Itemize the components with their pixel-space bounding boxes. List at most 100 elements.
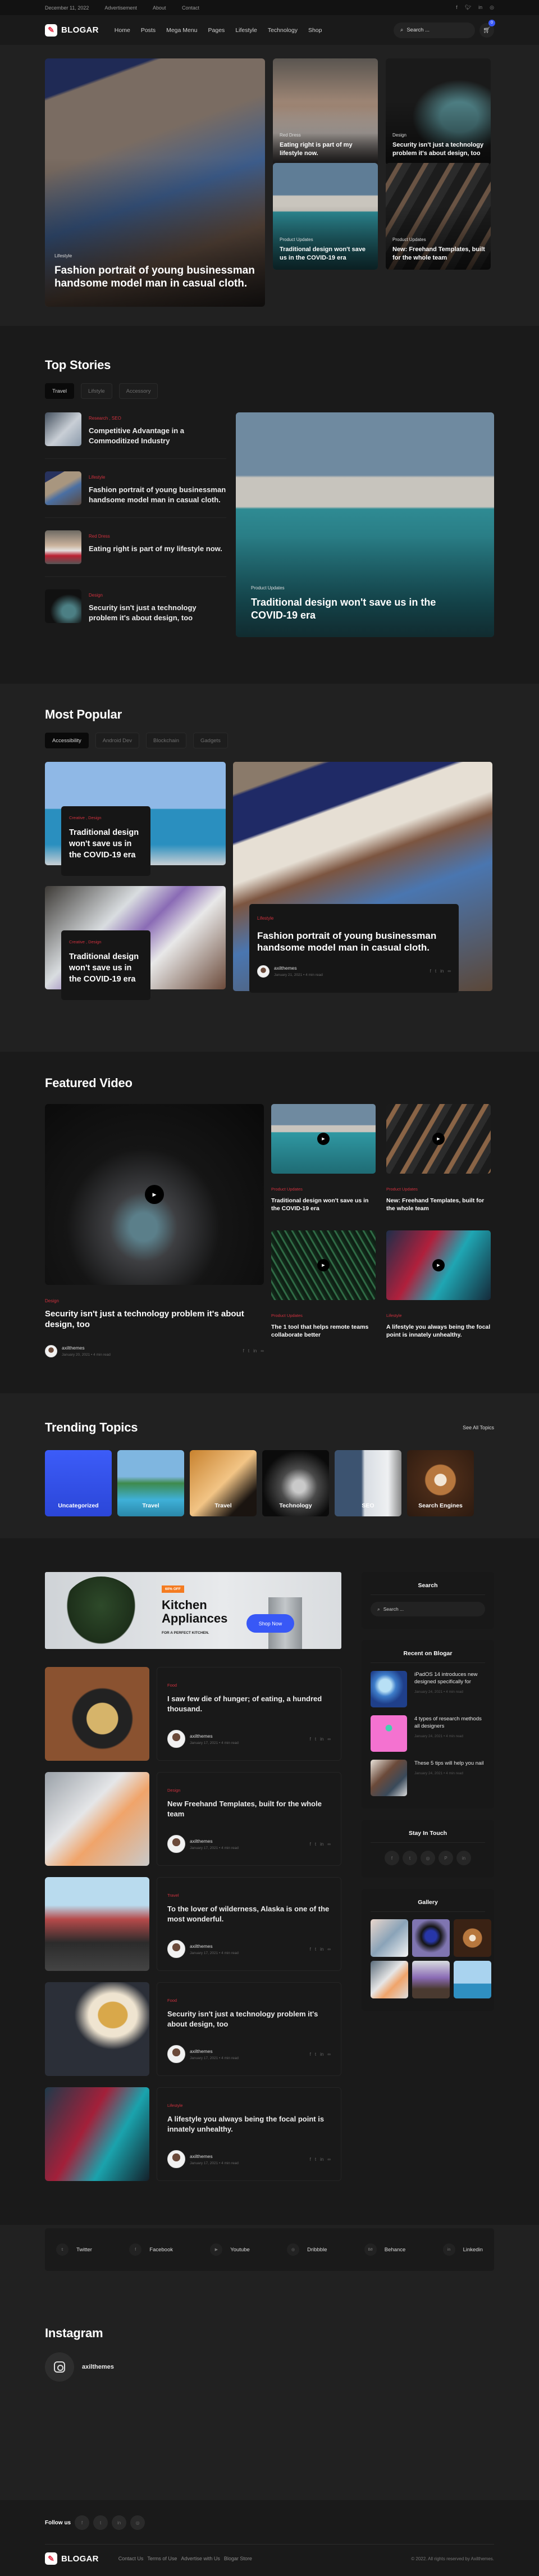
facebook-icon[interactable]: f <box>310 1947 311 1952</box>
popular-card[interactable]: Creative , Design Traditional design won… <box>45 886 226 1000</box>
post-category[interactable]: Lifestyle <box>386 1313 491 1318</box>
hero-card-category[interactable]: Design <box>392 133 485 138</box>
linkedin-icon[interactable]: in <box>320 2052 323 2057</box>
post-category[interactable]: Creative , Design <box>69 939 143 944</box>
author-name[interactable]: axilthemes <box>190 1733 239 1739</box>
post-thumbnail[interactable] <box>45 530 81 564</box>
play-icon[interactable]: ▶ <box>317 1259 330 1272</box>
footer-link-advertise[interactable]: Advertise with Us <box>181 2556 220 2561</box>
tab-gadgets[interactable]: Gadgets <box>193 733 228 748</box>
link-icon[interactable]: ∞ <box>327 2052 331 2057</box>
post-image[interactable] <box>45 1772 149 1866</box>
hero-card-title[interactable]: Eating right is part of my lifestyle now… <box>280 141 372 157</box>
instagram-icon[interactable]: ◎ <box>421 1851 435 1865</box>
video-thumbnail[interactable]: ▶ <box>45 1104 264 1285</box>
post-title[interactable]: Fashion portrait of young businessman ha… <box>89 485 226 505</box>
post-title[interactable]: Eating right is part of my lifestyle now… <box>89 544 222 554</box>
recent-title[interactable]: 4 types of research methods all designer… <box>414 1715 485 1730</box>
play-icon[interactable]: ▶ <box>317 1133 330 1145</box>
topic-card-search-engines[interactable]: Search Engines <box>407 1450 474 1516</box>
twitter-icon[interactable]: t <box>315 1737 316 1742</box>
recent-post[interactable]: 4 types of research methods all designer… <box>371 1715 485 1752</box>
footer-link-terms[interactable]: Terms of Use <box>147 2556 177 2561</box>
facebook-icon[interactable]: f <box>243 1348 244 1353</box>
social-facebook[interactable]: f Facebook <box>129 2243 173 2256</box>
twitter-icon[interactable]: t <box>248 1348 249 1353</box>
topbar-link-about[interactable]: About <box>153 5 166 11</box>
list-item[interactable]: Design Security isn't just a technology … <box>45 589 226 635</box>
top-stories-feature-card[interactable]: Product Updates Traditional design won't… <box>236 412 494 637</box>
facebook-icon[interactable]: f <box>430 969 431 974</box>
social-behance[interactable]: Bē Behance <box>364 2243 405 2256</box>
facebook-icon[interactable]: f <box>385 1851 399 1865</box>
post-title[interactable]: A lifestyle you always being the focal p… <box>167 2114 331 2134</box>
nav-home[interactable]: Home <box>115 27 130 34</box>
post-category[interactable]: Design <box>45 1298 264 1303</box>
author-name[interactable]: axilthemes <box>274 965 323 971</box>
twitter-icon[interactable]: t <box>315 1842 316 1847</box>
hero-main-title[interactable]: Fashion portrait of young businessman ha… <box>54 264 259 290</box>
post-category[interactable]: Design <box>89 593 226 598</box>
link-icon[interactable]: ∞ <box>447 969 451 974</box>
recent-thumbnail[interactable] <box>371 1671 407 1707</box>
footer-link-contact[interactable]: Contact Us <box>118 2556 144 2561</box>
post-title[interactable]: Traditional design won't save us in the … <box>69 951 143 985</box>
author-name[interactable]: axilthemes <box>190 2048 239 2054</box>
video-thumbnail[interactable]: ▶ <box>271 1104 376 1174</box>
topic-card-travel[interactable]: Travel <box>117 1450 184 1516</box>
instagram-icon[interactable]: ◎ <box>490 4 494 11</box>
author-name[interactable]: axilthemes <box>190 2154 239 2159</box>
linkedin-icon[interactable]: in <box>112 2515 127 2530</box>
video-thumbnail[interactable]: ▶ <box>386 1230 491 1301</box>
site-logo[interactable]: ✎ BLOGAR <box>45 24 99 37</box>
feature-title[interactable]: Traditional design won't save us in the … <box>251 596 460 621</box>
gallery-image[interactable] <box>371 1961 408 1998</box>
facebook-icon[interactable]: f <box>456 4 458 11</box>
post-image[interactable] <box>45 1982 149 2076</box>
feature-category[interactable]: Product Updates <box>251 585 460 590</box>
linkedin-icon[interactable]: in <box>320 2157 323 2162</box>
post-title[interactable]: Fashion portrait of young businessman ha… <box>257 930 451 954</box>
post-category[interactable]: Product Updates <box>271 1313 376 1318</box>
topbar-link-advertisement[interactable]: Advertisement <box>104 5 137 11</box>
post-title[interactable]: Security isn't just a technology problem… <box>167 2009 331 2029</box>
post-category[interactable]: Creative , Design <box>69 815 143 820</box>
video-card[interactable]: ▶ Product Updates The 1 tool that helps … <box>271 1230 376 1357</box>
facebook-icon[interactable]: f <box>310 1842 311 1847</box>
instagram-profile-link[interactable]: axilthemes <box>45 2352 494 2382</box>
hero-card-title[interactable]: New: Freehand Templates, built for the w… <box>392 246 485 262</box>
post-category[interactable]: Lifestyle <box>257 916 451 921</box>
post-thumbnail[interactable] <box>45 412 81 446</box>
tab-android-dev[interactable]: Android Dev <box>95 733 140 748</box>
link-icon[interactable]: ∞ <box>261 1348 264 1353</box>
linkedin-icon[interactable]: in <box>440 969 444 974</box>
hero-card-category[interactable]: Product Updates <box>392 237 485 242</box>
topic-card-travel[interactable]: Travel <box>190 1450 257 1516</box>
tab-accessory[interactable]: Accessory <box>118 383 158 399</box>
twitter-icon[interactable]: t <box>315 1947 316 1952</box>
header-search-input[interactable]: ⌕ Search ... <box>394 22 475 38</box>
avatar[interactable] <box>167 2150 185 2168</box>
recent-title[interactable]: These 5 tips will help you nail <box>414 1760 484 1767</box>
avatar[interactable] <box>167 1835 185 1853</box>
video-card[interactable]: ▶ Lifestyle A lifestyle you always being… <box>386 1230 491 1357</box>
post-category[interactable]: Design <box>167 1788 331 1793</box>
topic-card-uncategorized[interactable]: Uncategorized <box>45 1450 112 1516</box>
post-category[interactable]: Food <box>167 1683 331 1688</box>
pinterest-icon[interactable]: P <box>438 1851 453 1865</box>
hero-main-category[interactable]: Lifestyle <box>54 253 259 258</box>
post-title[interactable]: I saw few die of hunger; of eating, a hu… <box>167 1694 331 1714</box>
post-category[interactable]: Food <box>167 1998 331 2003</box>
facebook-icon[interactable]: f <box>310 2157 311 2162</box>
linkedin-icon[interactable]: in <box>320 1842 323 1847</box>
cart-button[interactable]: 🛒︎ 0 <box>479 19 495 38</box>
author-name[interactable]: axilthemes <box>190 1838 239 1844</box>
recent-thumbnail[interactable] <box>371 1760 407 1796</box>
tab-blockchain[interactable]: Blockchain <box>146 733 186 748</box>
footer-link-store[interactable]: Blogar Store <box>224 2556 252 2561</box>
post-title[interactable]: New Freehand Templates, built for the wh… <box>167 1799 331 1819</box>
nav-technology[interactable]: Technology <box>268 27 298 34</box>
twitter-icon[interactable]: t <box>315 2157 316 2162</box>
linkedin-icon[interactable]: in <box>320 1947 323 1952</box>
hero-card-category[interactable]: Product Updates <box>280 237 372 242</box>
